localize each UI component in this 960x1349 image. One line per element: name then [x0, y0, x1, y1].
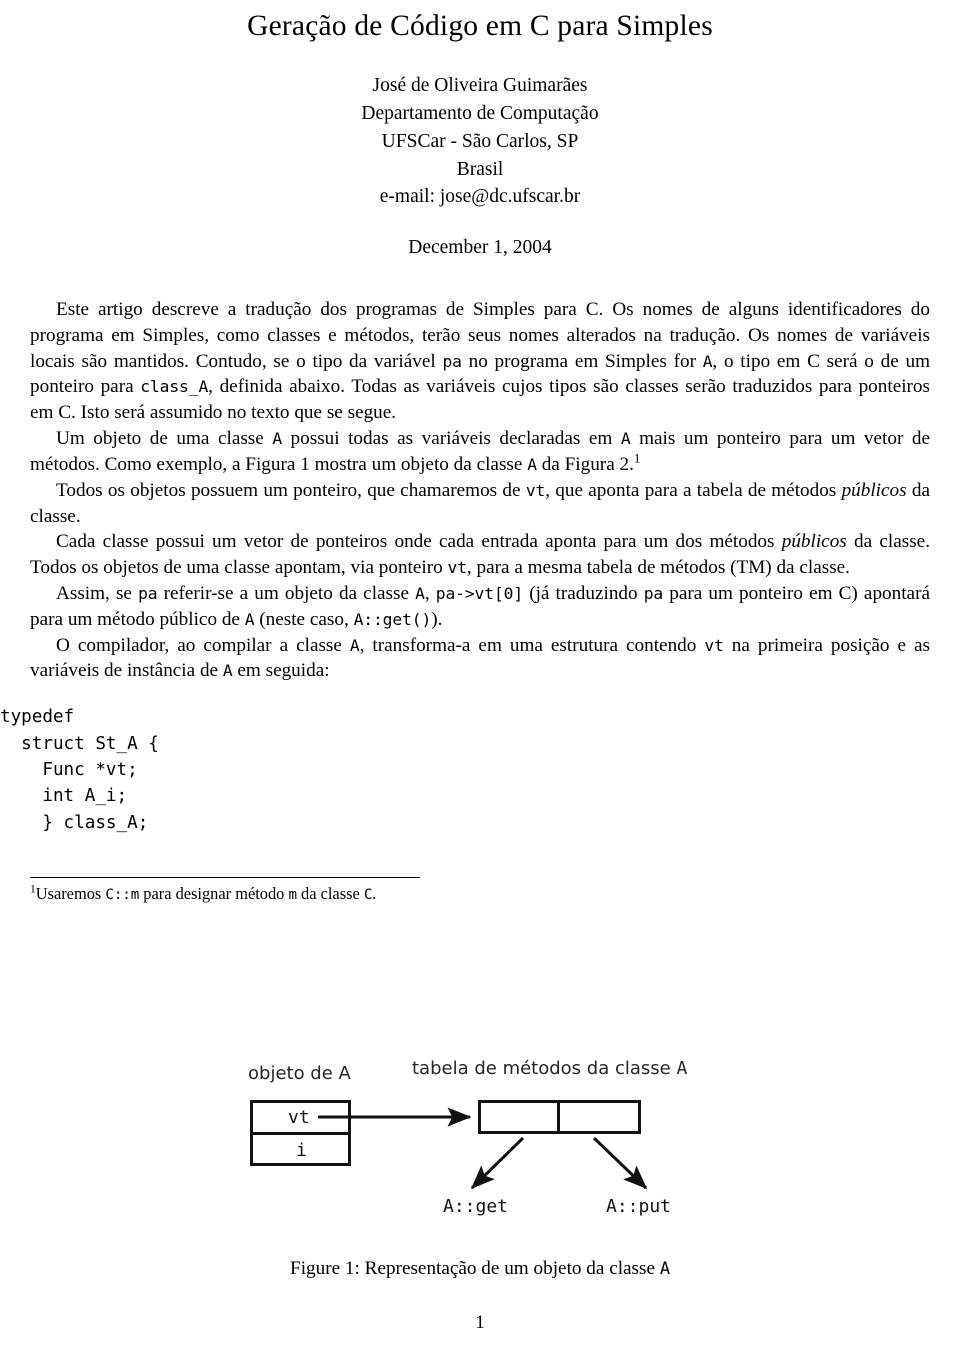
figure-caption-text: Figure 1: Representação de um objeto da … — [290, 1258, 660, 1279]
emphasis-span: públicos — [841, 479, 907, 501]
text-run: ). — [431, 608, 443, 630]
text-run: Assim, se — [56, 582, 139, 604]
text-run: da Figura 2. — [536, 453, 634, 475]
object-box-divider — [250, 1132, 351, 1135]
paragraph-2: Um objeto de uma classe A possui todas a… — [30, 426, 930, 478]
paragraph-1: Este artigo descreve a tradução dos prog… — [30, 297, 930, 426]
text-run: , que aponta para a tabela de métodos — [545, 479, 842, 501]
figure-table-label: tabela de métodos da classe A — [412, 1058, 687, 1079]
code-span: A — [272, 429, 283, 449]
document-date: December 1, 2004 — [408, 236, 552, 258]
arrow-slot0-to-get — [470, 1136, 525, 1190]
paragraph-5: Assim, se pa referir-se a um objeto da c… — [30, 581, 930, 633]
text-run: Cada classe possui um vetor de ponteiros… — [56, 531, 782, 553]
footnote-area: 1Usaremos C::m para designar método m da… — [30, 877, 930, 904]
text-run: em seguida: — [232, 660, 330, 682]
footnote-rule — [30, 877, 420, 878]
code-listing: typedef struct St_A { Func *vt; int A_i;… — [0, 707, 159, 833]
paragraph-3: Todos os objetos possuem um ponteiro, qu… — [30, 478, 930, 530]
code-span: class_A — [140, 377, 209, 397]
author-institution: UFSCar - São Carlos, SP — [381, 130, 579, 152]
code-span: pa — [442, 351, 462, 371]
paragraph-6: O compilador, ao compilar a classe A, tr… — [30, 633, 930, 685]
code-span: A — [244, 609, 255, 629]
code-span: C — [363, 887, 373, 903]
author-name: José de Oliveira Guimarães — [372, 75, 588, 97]
text-run: (neste caso, — [254, 608, 354, 630]
object-field-vt: vt — [288, 1107, 310, 1128]
text-run: Usaremos — [35, 884, 106, 903]
body-text: Este artigo descreve a tradução dos prog… — [30, 297, 930, 684]
figure-table-label-class: A — [676, 1058, 688, 1079]
document-content: Geração de Código em C para Simples José… — [0, 0, 930, 903]
page-number: 1 — [475, 1312, 485, 1333]
text-run: da classe — [296, 884, 364, 903]
paragraph-4: Cada classe possui um vetor de ponteiros… — [30, 529, 930, 581]
code-span: vt — [704, 635, 724, 655]
text-run: para designar método — [139, 884, 289, 903]
code-span: A — [527, 454, 537, 474]
author-block: José de Oliveira Guimarães Departamento … — [30, 72, 930, 210]
code-span: vt — [525, 480, 546, 500]
text-run: referir-se a um objeto da classe — [157, 582, 416, 604]
code-span: A — [349, 635, 360, 655]
code-span: pa — [643, 583, 664, 603]
code-span: m — [288, 887, 297, 903]
footnote-marker[interactable]: 1 — [634, 450, 641, 465]
arrow-slot1-to-put — [592, 1136, 648, 1190]
object-field-i: i — [296, 1140, 307, 1161]
code-span: A — [702, 351, 713, 371]
figure-object-label: objeto de A — [248, 1063, 351, 1084]
text-run: O compilador, ao compilar a classe — [56, 634, 350, 656]
text-run: , — [424, 582, 436, 604]
author-country: Brasil — [456, 158, 504, 180]
page-title: Geração de Código em C para Simples — [247, 10, 713, 42]
code-span: pa->vt[0] — [435, 583, 524, 603]
figure-caption: Figure 1: Representação de um objeto da … — [0, 1258, 960, 1280]
method-label-put: A::put — [606, 1196, 672, 1217]
method-table-divider — [557, 1100, 560, 1134]
text-run: Um objeto de uma classe — [56, 428, 273, 450]
footnote-text: 1Usaremos C::m para designar método m da… — [30, 883, 930, 904]
author-email: e-mail: jose@dc.ufscar.br — [379, 186, 581, 208]
code-span: A — [620, 429, 631, 449]
text-run: no programa em Simples for — [461, 350, 703, 372]
code-span: vt — [447, 558, 468, 578]
text-run: , para a mesma tabela de métodos (TM) da… — [466, 557, 850, 579]
code-span: A — [415, 583, 425, 603]
author-department: Departamento de Computação — [361, 103, 599, 125]
text-run: possui todas as variáveis declaradas em — [282, 428, 621, 450]
method-label-get: A::get — [443, 1196, 509, 1217]
text-run: (já traduzindo — [523, 582, 644, 604]
text-run: , transforma-a em uma estrutura contendo — [359, 634, 705, 656]
figure-caption-class: A — [659, 1259, 670, 1279]
code-span: A — [222, 661, 233, 681]
text-run: . — [372, 884, 377, 903]
code-span: C::m — [105, 887, 140, 903]
code-span: pa — [138, 583, 158, 603]
figure-table-label-text: tabela de métodos da classe — [412, 1058, 671, 1079]
emphasis-span: públicos — [781, 531, 847, 553]
document-page: Geração de Código em C para Simples José… — [0, 0, 960, 1349]
code-span: A::get() — [353, 609, 432, 629]
text-run: Todos os objetos possuem um ponteiro, qu… — [56, 479, 526, 501]
